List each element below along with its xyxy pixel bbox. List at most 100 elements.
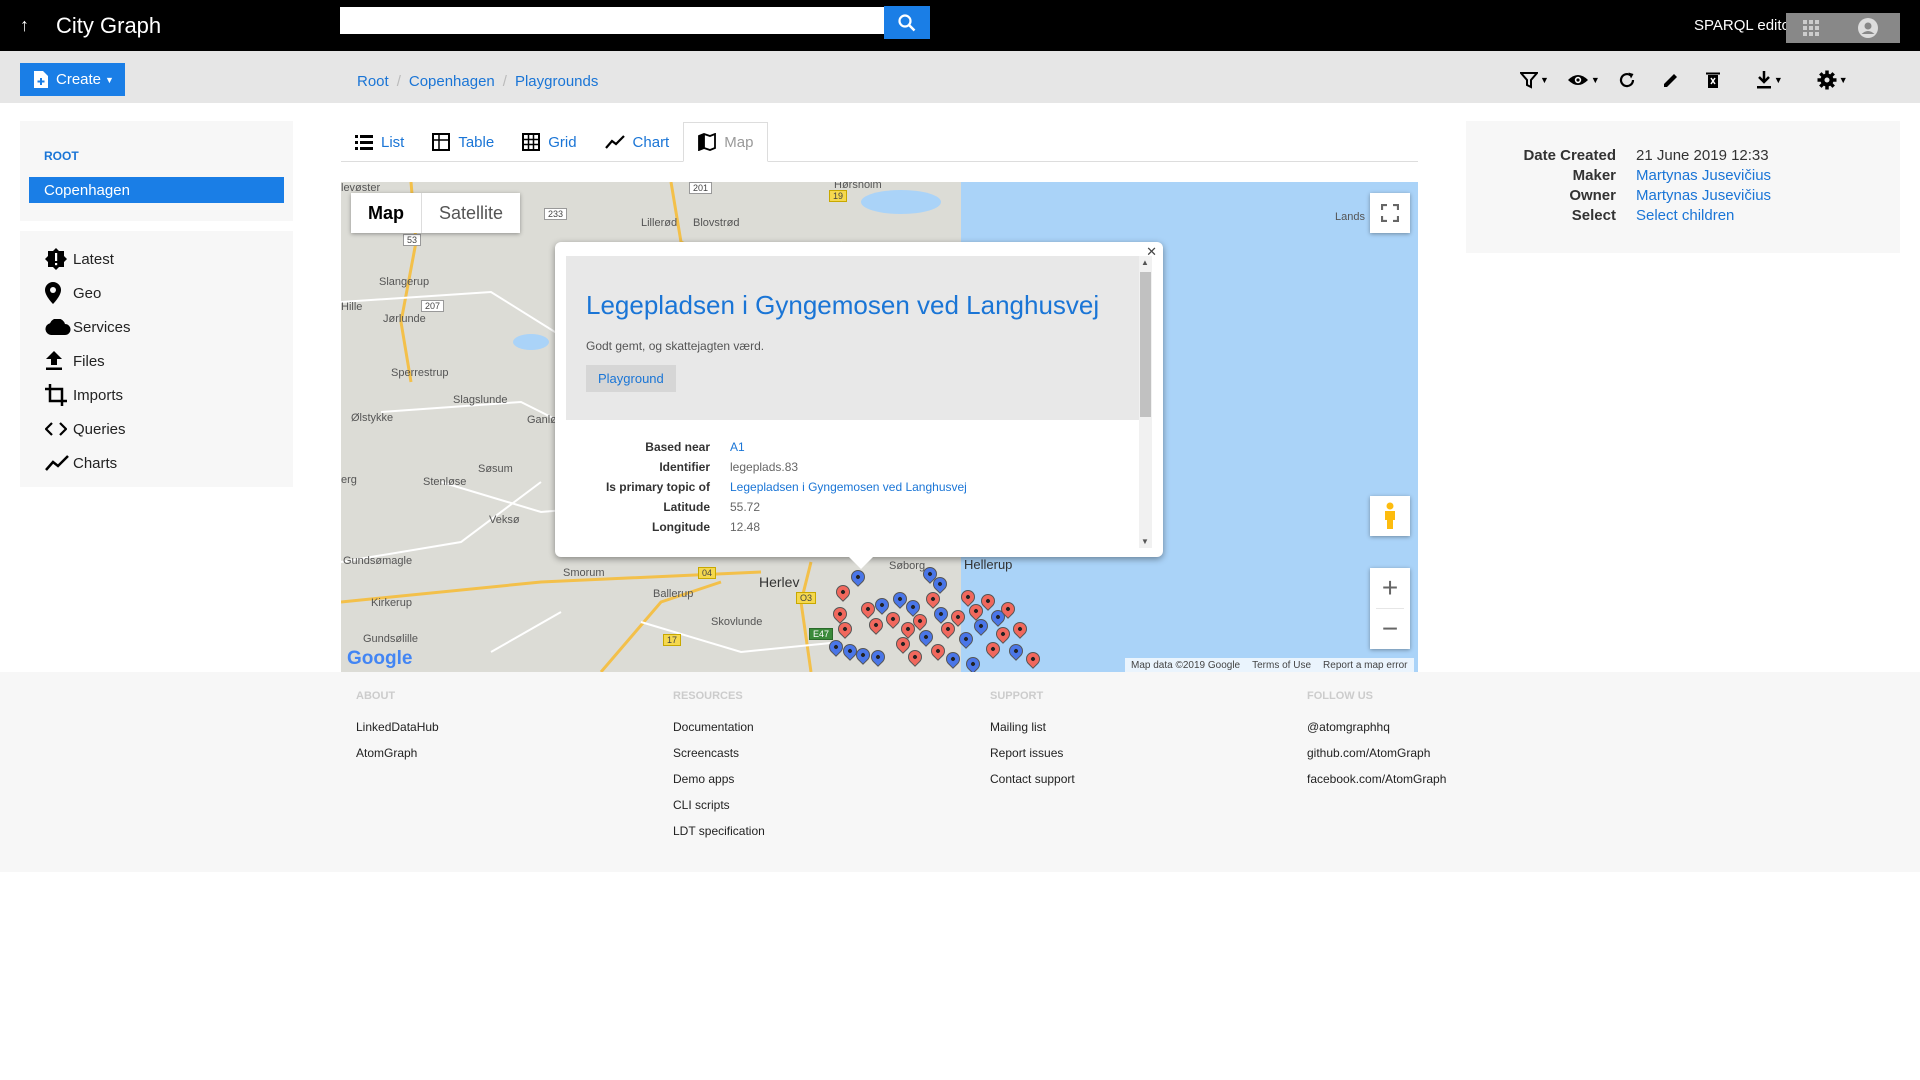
view-mode-button[interactable]: ▼	[1567, 68, 1600, 92]
type-badge-playground[interactable]: Playground	[586, 365, 676, 392]
sidebar-item-label: Charts	[73, 454, 118, 472]
breadcrumb-playgrounds[interactable]: Playgrounds	[515, 73, 598, 90]
scrollbar-thumb[interactable]	[1140, 272, 1151, 417]
breadcrumb-root[interactable]: Root	[357, 73, 389, 90]
metadata-key: Owner	[1569, 187, 1616, 204]
breadcrumb-copenhagen[interactable]: Copenhagen	[409, 73, 495, 90]
map-type-map-button[interactable]: Map	[351, 193, 422, 233]
owner-link[interactable]: Martynas Jusevičius	[1636, 187, 1771, 207]
delete-icon	[1705, 72, 1720, 88]
download-button[interactable]: ▼	[1756, 68, 1783, 92]
breadcrumb: Root / Copenhagen / Playgrounds	[357, 73, 598, 90]
sidebar-item-charts[interactable]: Charts	[20, 446, 293, 480]
view-tabs: List Table Grid Chart Map	[341, 122, 1418, 162]
street-view-button[interactable]	[1370, 496, 1410, 536]
footer-link[interactable]: AtomGraph	[356, 746, 439, 772]
tab-map[interactable]: Map	[683, 122, 769, 162]
fullscreen-button[interactable]	[1370, 193, 1410, 233]
sidebar-item-files[interactable]: Files	[20, 344, 293, 378]
zoom-in-button[interactable]: +	[1370, 568, 1410, 608]
report-map-error-link[interactable]: Report a map error	[1323, 660, 1407, 671]
zoom-out-button[interactable]: −	[1370, 609, 1410, 649]
scroll-down-icon[interactable]: ▼	[1141, 537, 1149, 546]
map-place-label: Stenløse	[423, 476, 467, 488]
pegman-icon	[1385, 502, 1395, 529]
tab-list[interactable]: List	[341, 122, 418, 162]
search-icon	[898, 13, 916, 31]
property-value: 55.72	[730, 500, 761, 514]
footer-link[interactable]: Screencasts	[673, 746, 765, 772]
footer-link[interactable]: Demo apps	[673, 772, 765, 798]
footer-link[interactable]: CLI scripts	[673, 798, 765, 824]
property-value-link[interactable]: A1	[730, 440, 745, 460]
sidebar-item-imports[interactable]: Imports	[20, 378, 293, 412]
sidebar-item-latest[interactable]: Latest	[20, 242, 293, 276]
map-place-label: Hille	[341, 301, 363, 313]
tab-chart[interactable]: Chart	[591, 122, 684, 162]
search-input[interactable]	[340, 7, 884, 34]
info-window-scrollbar[interactable]: ▲ ▼	[1139, 256, 1152, 548]
sidebar-item-geo[interactable]: Geo	[20, 276, 293, 310]
filter-button[interactable]: ▼	[1520, 68, 1549, 92]
user-account-button[interactable]	[1836, 13, 1900, 43]
settings-button[interactable]: ▼	[1817, 68, 1848, 92]
tab-label: Grid	[548, 133, 577, 151]
footer-link[interactable]: facebook.com/AtomGraph	[1307, 772, 1446, 798]
map-place-label: Gundsømagle	[343, 555, 413, 567]
maker-link[interactable]: Martynas Jusevičius	[1636, 167, 1771, 187]
edit-icon	[1663, 74, 1677, 87]
apps-button[interactable]	[1786, 13, 1836, 43]
info-window-header: Legepladsen i Gyngemosen ved Langhusvej …	[566, 256, 1146, 420]
terms-of-use-link[interactable]: Terms of Use	[1252, 660, 1311, 671]
caret-down-icon: ▼	[1540, 75, 1549, 85]
eye-icon	[1567, 75, 1588, 85]
refresh-icon	[1619, 72, 1634, 88]
property-value-link[interactable]: Legepladsen i Gyngemosen ved Langhusvej	[730, 480, 967, 500]
map-icon	[698, 133, 717, 151]
sparql-editor-link[interactable]: SPARQL editor	[1694, 17, 1795, 34]
tab-table[interactable]: Table	[418, 122, 508, 162]
tree-root-link[interactable]: ROOT	[44, 149, 79, 163]
breadcrumb-separator: /	[502, 73, 507, 90]
metadata-row: Select Select children	[1466, 207, 1900, 227]
footer-link[interactable]: Contact support	[990, 772, 1075, 798]
refresh-button[interactable]	[1618, 68, 1636, 92]
footer-link[interactable]: LinkedDataHub	[356, 720, 439, 746]
footer-link[interactable]: @atomgraphhq	[1307, 720, 1446, 746]
playground-title-link[interactable]: Legepladsen i Gyngemosen ved Langhusvej	[586, 290, 1126, 321]
footer-heading: ABOUT	[356, 690, 396, 702]
sidebar-item-label: Latest	[73, 250, 114, 268]
footer-link[interactable]: Documentation	[673, 720, 765, 746]
tab-grid[interactable]: Grid	[508, 122, 590, 162]
action-bar: Create ▼ Root / Copenhagen / Playgrounds…	[0, 51, 1920, 103]
sidebar-item-services[interactable]: Services	[20, 310, 293, 344]
app-brand[interactable]: City Graph	[56, 13, 161, 39]
footer-link[interactable]: LDT specification	[673, 824, 765, 850]
property-row: Is primary topic of Legepladsen i Gyngem…	[566, 480, 1146, 500]
map-place-label: Kirkerup	[371, 597, 412, 609]
footer-link[interactable]: github.com/AtomGraph	[1307, 746, 1446, 772]
apps-grid-icon	[1803, 20, 1819, 36]
add-file-icon	[34, 71, 48, 88]
tab-label: Chart	[632, 133, 670, 151]
metadata-key: Maker	[1572, 167, 1616, 184]
footer-column-support: SUPPORT Mailing list Report issues Conta…	[990, 690, 1075, 798]
delete-button[interactable]	[1705, 68, 1720, 92]
metadata-row: Maker Martynas Jusevičius	[1466, 167, 1900, 187]
map-road-label: 17	[663, 634, 682, 646]
footer-link[interactable]: Mailing list	[990, 720, 1075, 746]
map-road-label: 207	[421, 300, 445, 312]
footer-link[interactable]: Report issues	[990, 746, 1075, 772]
footer-column-about: ABOUT LinkedDataHub AtomGraph	[356, 690, 439, 772]
edit-button[interactable]	[1662, 68, 1680, 92]
fullscreen-icon	[1381, 204, 1399, 222]
map-type-satellite-button[interactable]: Satellite	[422, 193, 520, 233]
map-place-label: Gundsølille	[363, 633, 419, 645]
sidebar-item-queries[interactable]: Queries	[20, 412, 293, 446]
create-button[interactable]: Create ▼	[20, 63, 125, 96]
search-button[interactable]	[884, 6, 930, 39]
tree-item-copenhagen[interactable]: Copenhagen	[29, 177, 284, 203]
select-children-link[interactable]: Select children	[1636, 207, 1734, 227]
up-arrow-icon[interactable]: ↑	[20, 15, 29, 36]
scroll-up-icon[interactable]: ▲	[1141, 258, 1149, 267]
